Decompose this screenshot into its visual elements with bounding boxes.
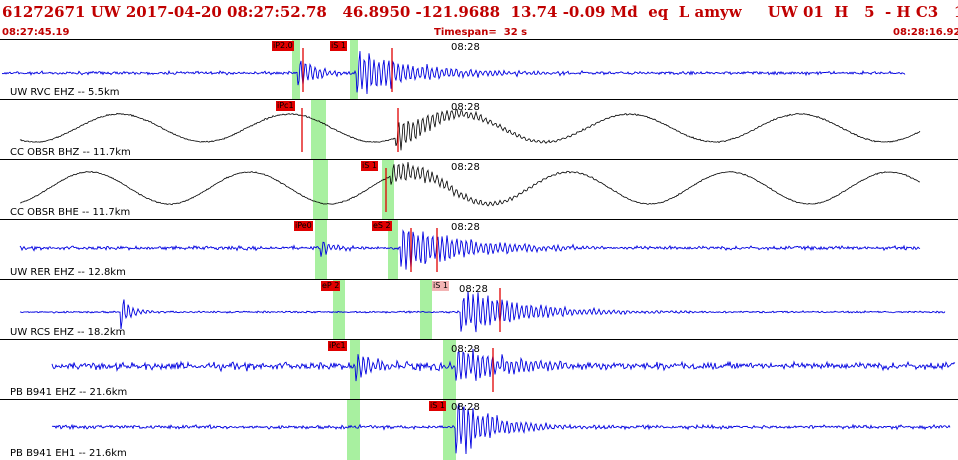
pick-marker[interactable]: eP 2 — [321, 281, 341, 291]
trace-panel-rer-ehz[interactable]: iPe0 eS 2 08:28 UW RER EHZ -- 12.8km — [0, 219, 958, 280]
pick-window — [311, 100, 326, 160]
pick-marker[interactable]: iPc1 — [276, 101, 295, 111]
waveform-path — [19, 108, 921, 151]
event-header: 61272671 UW 2017-04-20 08:27:52.78 46.89… — [0, 0, 958, 26]
station-label: UW RCS EHZ -- 18.2km — [10, 327, 126, 338]
trace-panel-rvc-ehz[interactable]: iP2.0 iS 1 08:28 UW RVC EHZ -- 5.5km — [0, 39, 958, 100]
pick-marker[interactable]: eS 2 — [372, 221, 392, 231]
start-time: 08:27:45.19 — [2, 27, 70, 38]
trace-panel-rcs-ehz[interactable]: eP 2 iS 1 08:28 UW RCS EHZ -- 18.2km — [0, 279, 958, 340]
pick-marker[interactable]: iS 1 — [429, 401, 446, 411]
pick-marker[interactable]: iS 1 — [361, 161, 378, 171]
time-tick-label: 08:28 — [451, 222, 480, 233]
station-label: UW RER EHZ -- 12.8km — [10, 267, 126, 278]
pick-window — [313, 160, 328, 220]
station-label: CC OBSR BHZ -- 11.7km — [10, 147, 131, 158]
event-summary: 61272671 UW 2017-04-20 08:27:52.78 46.89… — [2, 3, 958, 21]
time-tick-label: 08:28 — [459, 284, 488, 295]
pick-marker[interactable]: iP2.0 — [272, 41, 294, 51]
pick-window — [347, 400, 360, 460]
pick-marker[interactable]: iPc1 — [328, 341, 347, 351]
end-time: 08:28:16.92 — [893, 27, 958, 38]
station-label: CC OBSR BHE -- 11.7km — [10, 207, 131, 218]
trace-panel-b941-ehz[interactable]: iPc1 08:28 PB B941 EHZ -- 21.6km — [0, 339, 958, 400]
station-label: UW RVC EHZ -- 5.5km — [10, 87, 120, 98]
pick-window — [382, 160, 394, 220]
pick-window — [420, 280, 432, 340]
waveform-path — [1, 51, 906, 95]
pick-marker[interactable]: iS 1 — [432, 281, 449, 291]
waveform-path — [19, 229, 921, 270]
seismogram-viewer: { "header": { "event_line": "61272671 UW… — [0, 0, 958, 460]
trace-panel-obsr-bhe[interactable]: iS 1 08:28 CC OBSR BHE -- 11.7km — [0, 159, 958, 220]
time-tick-label: 08:28 — [451, 42, 480, 53]
waveform-path — [51, 348, 956, 382]
station-label: PB B941 EHZ -- 21.6km — [10, 387, 128, 398]
time-tick-label: 08:28 — [451, 102, 480, 113]
trace-panel-b941-eh1[interactable]: iS 1 08:28 PB B941 EH1 -- 21.6km — [0, 399, 958, 460]
time-tick-label: 08:28 — [451, 402, 480, 413]
timespan-label: Timespan= 32 s — [434, 27, 528, 38]
time-tick-label: 08:28 — [451, 344, 480, 355]
waveform-path — [19, 291, 946, 333]
station-label: PB B941 EH1 -- 21.6km — [10, 448, 127, 459]
trace-panels: iP2.0 iS 1 08:28 UW RVC EHZ -- 5.5km iPc… — [0, 39, 958, 460]
time-tick-label: 08:28 — [451, 162, 480, 173]
pick-marker[interactable]: iS 1 — [330, 41, 347, 51]
pick-marker[interactable]: iPe0 — [294, 221, 313, 231]
waveform-path — [51, 403, 951, 455]
trace-panel-obsr-bhz[interactable]: iPc1 08:28 CC OBSR BHZ -- 11.7km — [0, 99, 958, 160]
